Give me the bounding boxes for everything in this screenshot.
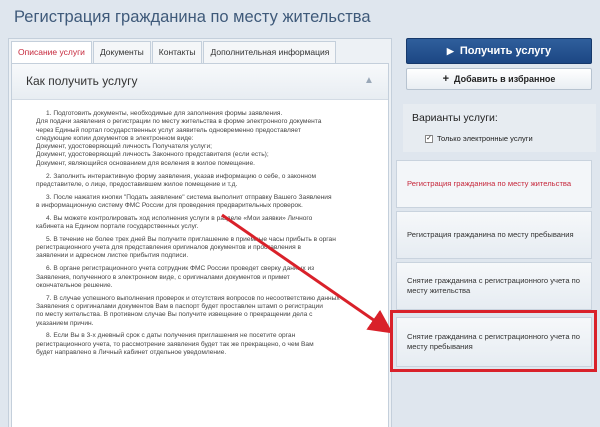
chevron-up-icon[interactable]: ▲ [362, 75, 376, 87]
variant-label: Снятие гражданина с регистрационного уче… [407, 276, 580, 295]
variant-deregistration-stay[interactable]: Снятие гражданина с регистрационного уче… [396, 317, 592, 367]
variant-registration-residence[interactable]: Регистрация гражданина по месту жительст… [396, 160, 592, 208]
step-line: 2. Заполнить интерактивную форму заявлен… [46, 172, 317, 180]
section-title: Как получить услугу [26, 74, 138, 88]
step-line: регистрационного учета для представления… [36, 244, 301, 252]
step-line: по месту жительства. В противном случае … [36, 311, 313, 319]
step-item: 8. Если Вы в 3-х дневный срок с даты пол… [36, 332, 380, 357]
step-item: 2. Заполнить интерактивную форму заявлен… [36, 173, 380, 190]
step-line: через Единый портал государственных услу… [36, 126, 301, 134]
step-line: 8. Если Вы в 3-х дневный срок с даты пол… [46, 332, 296, 340]
service-variants-box: Варианты услуги: ✓ Только электронные ус… [403, 104, 596, 152]
service-description-panel: Описание услуги Документы Контакты Допол… [8, 38, 392, 427]
step-line: Документ, удостоверяющий личность Получа… [36, 143, 212, 151]
step-line: Для подачи заявления о регистрации по ме… [36, 118, 322, 126]
step-item: 3. После нажатия кнопки "Подать заявлени… [36, 194, 380, 211]
step-line: заявлении и адресном листке прибытия под… [36, 252, 189, 260]
step-line: 1. Подготовить документы, необходимые дл… [46, 110, 283, 117]
step-item: 1. Подготовить документы, необходимые дл… [36, 110, 380, 168]
step-line: Заявления с оригиналами документов Вам в… [36, 302, 323, 310]
variant-deregistration-residence[interactable]: Снятие гражданина с регистрационного уче… [396, 262, 592, 310]
step-item: 4. Вы можете контролировать ход исполнен… [36, 215, 380, 232]
page-title: Регистрация гражданина по месту жительст… [14, 8, 371, 26]
steps-list: 1. Подготовить документы, необходимые дл… [36, 110, 380, 362]
step-line: 4. Вы можете контролировать ход исполнен… [46, 214, 313, 222]
step-item: 6. В органе регистрационного учета сотру… [36, 265, 380, 290]
step-line: указанием причин. [36, 319, 94, 327]
play-arrow-icon: ▶ [446, 45, 454, 56]
step-line: 5. В течение не более трех дней Вы получ… [46, 235, 336, 243]
electronic-only-filter[interactable]: ✓ Только электронные услуги [425, 134, 533, 143]
get-service-label: Получить услугу [459, 45, 552, 57]
step-line: кабинета на Едином портале государственн… [36, 223, 199, 231]
step-line: следующие копии документов в электронном… [36, 134, 194, 142]
section-header[interactable]: Как получить услугу ▲ [12, 64, 388, 100]
step-line: окончательное решение. [36, 281, 113, 289]
tab-content: Как получить услугу ▲ 1. Подготовить док… [11, 63, 389, 427]
step-line: в информационную систему ФМС России для … [36, 201, 303, 209]
tab-documents[interactable]: Документы [92, 41, 151, 63]
step-item: 5. В течение не более трех дней Вы получ… [36, 236, 380, 261]
step-line: представителе, о лице, предоставившем жи… [36, 180, 238, 188]
step-line: Документ, являющийся основанием для всел… [36, 159, 255, 167]
plus-icon: + [442, 73, 450, 85]
step-line: регистрационного учета, то рассмотрение … [36, 340, 314, 348]
tab-description[interactable]: Описание услуги [11, 41, 92, 64]
electronic-only-checkbox[interactable]: ✓ [425, 134, 433, 143]
tab-bar: Описание услуги Документы Контакты Допол… [11, 41, 337, 64]
step-line: 6. В органе регистрационного учета сотру… [46, 265, 315, 273]
step-line: Заявления, полученного в электронном вид… [36, 273, 290, 281]
variant-label: Регистрация гражданина по месту жительст… [407, 179, 572, 188]
variant-label: Снятие гражданина с регистрационного уче… [407, 332, 580, 351]
add-to-favorites-button[interactable]: + Добавить в избранное [406, 68, 592, 90]
tab-additional-info[interactable]: Дополнительная информация [203, 41, 337, 63]
variant-registration-stay[interactable]: Регистрация гражданина по месту пребыван… [396, 211, 592, 259]
step-line: 7. В случае успешного выполнения проверо… [46, 294, 340, 302]
electronic-only-label: Только электронные услуги [437, 134, 533, 143]
variants-title: Варианты услуги: [412, 112, 498, 124]
step-line: Документ, удостоверяющий личность Законн… [36, 151, 269, 159]
step-line: 3. После нажатия кнопки "Подать заявлени… [46, 193, 332, 201]
get-service-button[interactable]: ▶ Получить услугу [406, 38, 592, 64]
tab-contacts[interactable]: Контакты [151, 41, 203, 63]
add-favorite-label: Добавить в избранное [454, 74, 556, 84]
step-line: будет направлено в Личный кабинет отдель… [36, 348, 227, 356]
step-item: 7. В случае успешного выполнения проверо… [36, 295, 380, 328]
variant-label: Регистрация гражданина по месту пребыван… [407, 230, 574, 239]
